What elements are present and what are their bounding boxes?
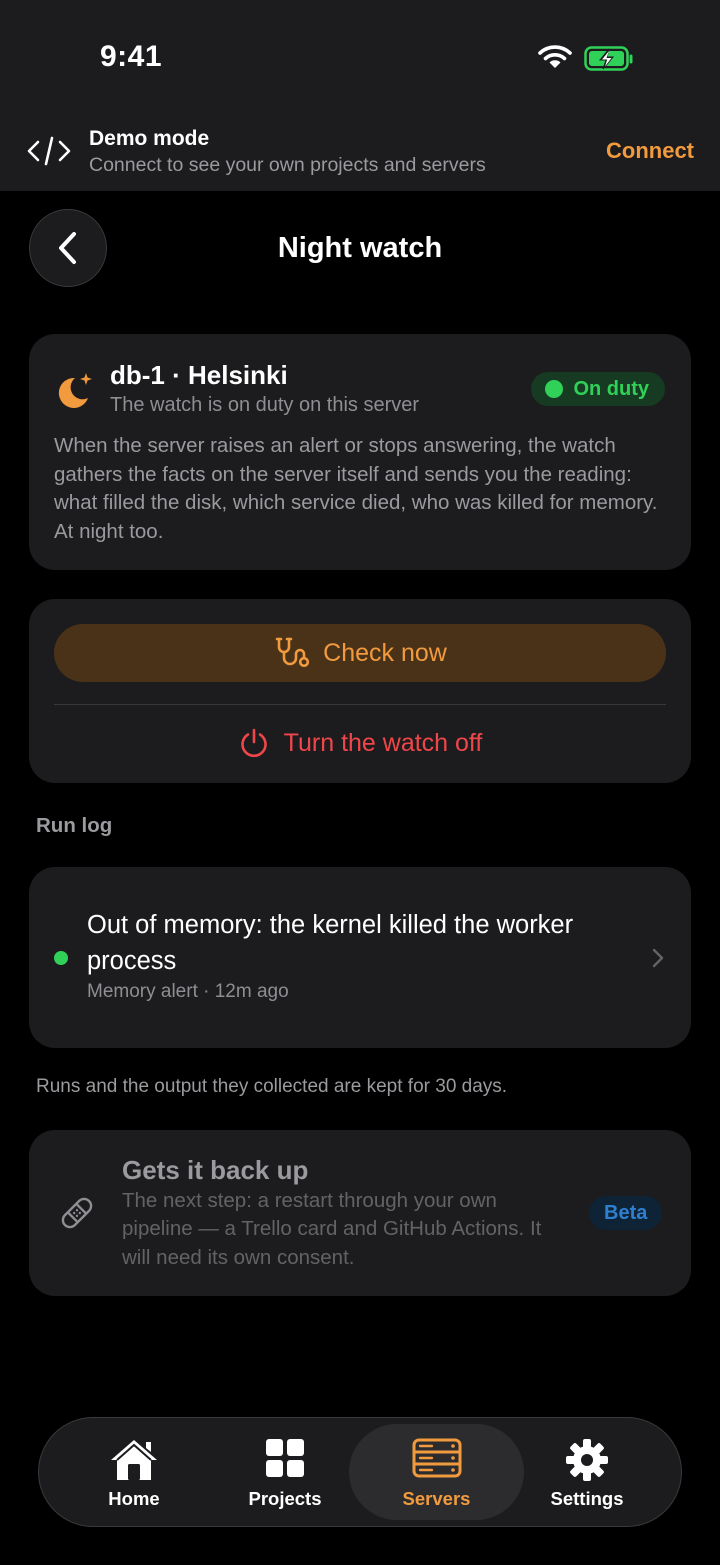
tab-settings-label: Settings	[550, 1488, 624, 1509]
check-now-label: Check now	[323, 638, 447, 667]
status-time: 9:41	[100, 40, 163, 73]
turn-watch-off-button[interactable]: Turn the watch off	[54, 715, 666, 771]
connect-button[interactable]: Connect	[606, 138, 694, 164]
tab-projects-label: Projects	[248, 1488, 322, 1509]
battery-charging-icon	[584, 46, 633, 71]
beta-badge-label: Beta	[604, 1201, 648, 1224]
tab-bar: Home Projects Servers Settings	[38, 1417, 682, 1527]
demo-mode-title: Demo mode	[89, 127, 210, 150]
check-now-button[interactable]: Check now	[54, 624, 666, 682]
tab-home[interactable]: Home	[59, 1418, 209, 1526]
tab-projects[interactable]: Projects	[210, 1418, 360, 1526]
retention-note: Runs and the output they collected are k…	[36, 1076, 508, 1097]
server-name: db-1 · Helsinki	[110, 360, 288, 390]
wifi-icon	[538, 45, 572, 68]
divider	[54, 704, 666, 705]
run-log-entry[interactable]: Out of memory: the kernel killed the wor…	[29, 867, 691, 1048]
page-title: Night watch	[277, 232, 443, 264]
beta-badge: Beta	[589, 1196, 663, 1230]
status-bar: 9:41	[0, 0, 720, 112]
tab-home-label: Home	[108, 1488, 160, 1509]
server-watch-card: db-1 · Helsinki The watch is on duty on …	[29, 334, 691, 570]
server-icon	[412, 1438, 461, 1478]
tab-servers[interactable]: Servers	[349, 1424, 524, 1520]
demo-mode-subtitle: Connect to see your own projects and ser…	[89, 154, 486, 176]
grid-icon	[266, 1439, 304, 1477]
status-badge: On duty	[531, 372, 665, 406]
moon-stars-icon	[58, 373, 92, 408]
home-icon	[111, 1440, 157, 1480]
turn-watch-off-label: Turn the watch off	[283, 728, 483, 757]
status-badge-label: On duty	[573, 377, 649, 400]
run-log-heading: Run log	[36, 814, 113, 837]
recovery-title: Gets it back up	[122, 1155, 309, 1185]
gear-icon	[566, 1439, 608, 1481]
run-title: Out of memory: the kernel killed the wor…	[87, 911, 574, 975]
tab-settings[interactable]: Settings	[512, 1418, 662, 1526]
code-icon	[27, 136, 71, 166]
stethoscope-icon	[275, 637, 310, 668]
recovery-description: The next step: a restart through your ow…	[122, 1189, 542, 1269]
watch-description: When the server raises an alert or stops…	[54, 434, 658, 544]
status-dot	[545, 380, 564, 398]
chevron-right-icon	[652, 948, 664, 968]
server-status-text: The watch is on duty on this server	[110, 394, 420, 416]
power-icon	[240, 728, 267, 758]
run-status-dot	[54, 951, 68, 965]
tab-servers-label: Servers	[402, 1488, 471, 1509]
demo-mode-banner: Demo mode Connect to see your own projec…	[0, 112, 720, 191]
run-meta: Memory alert · 12m ago	[87, 981, 289, 1002]
actions-card: Check now Turn the watch off	[29, 599, 691, 783]
bandage-icon	[61, 1197, 93, 1229]
